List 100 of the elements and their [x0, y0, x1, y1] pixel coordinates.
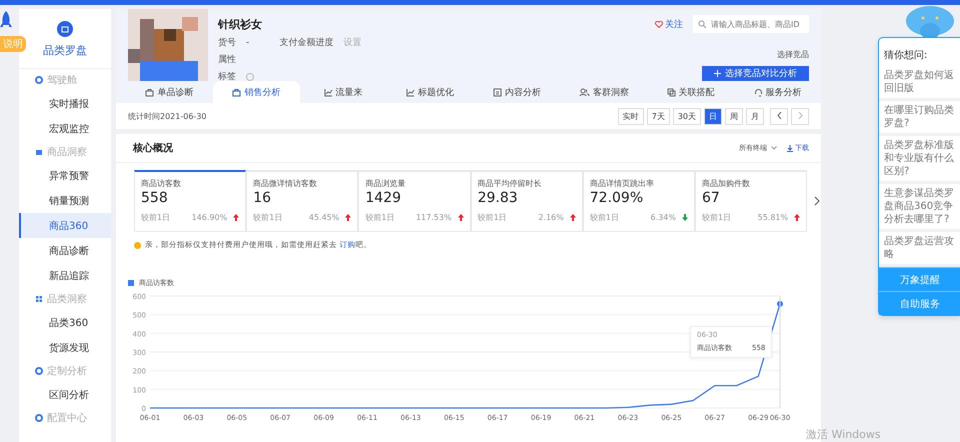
metric-label: 商品平均停留时长: [478, 178, 543, 189]
question-link[interactable]: 品类罗盘标准版和专业版有什么区别?: [879, 136, 960, 184]
elephant-mascot-drawing: [904, 5, 956, 39]
field-label: 属性: [218, 54, 236, 66]
metric-card[interactable]: 商品微详情访客数 16 较前1日 45.45%: [246, 170, 358, 232]
section-title: 配置中心: [47, 412, 87, 425]
stat-time: 统计时间2021-06-30: [128, 110, 206, 122]
tab[interactable]: 流量来: [300, 81, 387, 103]
sidebar-item[interactable]: 商品诊断: [19, 238, 111, 263]
up-arrow-icon: [570, 214, 576, 221]
up-arrow-icon: [233, 214, 240, 221]
change-value: 55.81%: [758, 213, 788, 222]
chart-icon: [406, 88, 416, 96]
compare-label: 较前1日: [478, 212, 507, 223]
change-value: 45.45%: [308, 213, 340, 222]
metric-card[interactable]: 商品访客数 558 较前1日 146.90%: [134, 170, 246, 232]
follow-link[interactable]: 关注: [655, 18, 683, 30]
metric-label: 商品详情页跳出率: [590, 178, 655, 189]
period-button[interactable]: 周: [725, 108, 743, 124]
down-arrow-icon: [682, 214, 688, 221]
period-button[interactable]: 月: [746, 108, 764, 124]
period-button[interactable]: 实时: [618, 108, 644, 124]
users-icon: [578, 88, 590, 96]
metric-card[interactable]: 商品浏览量 1429 较前1日 117.53%: [358, 170, 471, 232]
sidebar-item[interactable]: 区间分析: [19, 382, 111, 407]
up-arrow-icon: [794, 214, 800, 221]
up-arrow-icon: [345, 214, 352, 221]
chevron-left-icon: [776, 112, 782, 118]
chart-icon: [324, 88, 333, 96]
product-title: 针织衫女: [218, 17, 263, 32]
download-icon: [787, 144, 793, 152]
metric-value: 67: [702, 190, 721, 206]
compare-label: 较前1日: [253, 212, 282, 223]
change-value: 117.53%: [416, 213, 452, 222]
section-title: 品类洞察: [47, 292, 87, 306]
document-icon: [492, 88, 502, 96]
chevron-right-icon: [798, 112, 802, 118]
sidebar-item[interactable]: 异常预警: [19, 163, 111, 188]
plus-icon: [714, 70, 721, 77]
metric-label: 商品访客数: [141, 178, 182, 189]
prev-button[interactable]: [770, 108, 788, 124]
grid-icon: [36, 296, 42, 302]
period-button[interactable]: 7天: [646, 108, 670, 124]
compare-label: 较前1日: [590, 212, 619, 223]
tab[interactable]: 客群洞察: [560, 81, 648, 103]
period-button[interactable]: 日: [704, 108, 722, 124]
assistant-title: 猜你想问:: [883, 48, 928, 63]
tab[interactable]: 单品诊断: [126, 81, 213, 103]
section-title: 定制分析: [47, 364, 87, 378]
logo-icon: [57, 21, 73, 37]
metric-label: 商品浏览量: [365, 178, 406, 189]
compare-label: 选择竞品: [777, 49, 809, 60]
data-point: [777, 300, 783, 307]
sidebar-item[interactable]: 商品360: [19, 213, 111, 238]
field-label: 支付金额进度: [279, 36, 334, 49]
sidebar-item[interactable]: 品类360: [19, 310, 111, 335]
tab[interactable]: 内容分析: [474, 81, 560, 103]
question-link[interactable]: 品类罗盘如何返回旧版: [879, 66, 960, 101]
compare-button[interactable]: 选择竞品对比分析: [702, 66, 809, 81]
logo-text: 品类罗盘: [43, 43, 87, 58]
legend-marker: [128, 280, 134, 286]
tab[interactable]: 关联搭配: [647, 81, 734, 103]
warning-icon: [134, 242, 141, 248]
compare-label: 较前1日: [365, 212, 394, 223]
sidebar-item[interactable]: 销量预测: [19, 188, 111, 213]
search-field[interactable]: 请输入商品标题、商品ID: [693, 15, 809, 33]
section-title: 商品洞察: [47, 146, 87, 159]
field-label: 标签: [218, 70, 236, 83]
search-icon: [698, 20, 706, 28]
metric-label: 商品微详情访客数: [253, 178, 318, 189]
section-title: 核心概况: [133, 141, 173, 155]
compare-label: 较前1日: [702, 212, 732, 223]
sidebar-item[interactable]: 宏观监控: [19, 116, 111, 141]
metric-card[interactable]: 商品加购件数 67 较前1日 55.81%: [694, 170, 808, 232]
field-label: 货号: [218, 36, 236, 49]
metric-card[interactable]: 商品平均停留时长 29.83 较前1日 2.16%: [470, 170, 583, 232]
metric-value: 29.83: [478, 190, 519, 206]
metric-card[interactable]: 商品详情页跳出率 72.09% 较前1日 6.34%: [582, 170, 695, 232]
sidebar-item[interactable]: 实时播报: [19, 91, 111, 116]
metric-label: 商品加购件数: [702, 178, 751, 189]
change-value: 2.16%: [538, 213, 564, 222]
heart-icon: [655, 20, 663, 28]
question-link[interactable]: 在哪里订购品类罗盘?: [879, 101, 960, 136]
metric-value: 558: [141, 190, 169, 206]
chevron-down-icon: [771, 146, 777, 150]
activation-notice: 激活 Windows: [806, 427, 881, 442]
question-link[interactable]: 生意参谋品类罗盘商品360竞争分析去哪里了?: [879, 184, 960, 232]
sidebar-item[interactable]: 新品追踪: [19, 263, 111, 288]
chevron-right-icon[interactable]: [813, 196, 821, 206]
metric-value: 1429: [365, 190, 402, 206]
period-button[interactable]: 30天: [672, 108, 701, 124]
sidebar-item[interactable]: 货源发现: [19, 335, 111, 360]
tab[interactable]: 标题优化: [386, 81, 474, 103]
tab[interactable]: 销售分析: [212, 81, 300, 103]
tab[interactable]: 服务分析: [734, 81, 821, 103]
section-title: 驾驶舱: [47, 74, 77, 87]
compare-label: 较前1日: [141, 212, 170, 223]
field-value: -: [246, 38, 250, 48]
link-icon: [666, 88, 676, 96]
change-value: 6.34%: [650, 213, 676, 222]
